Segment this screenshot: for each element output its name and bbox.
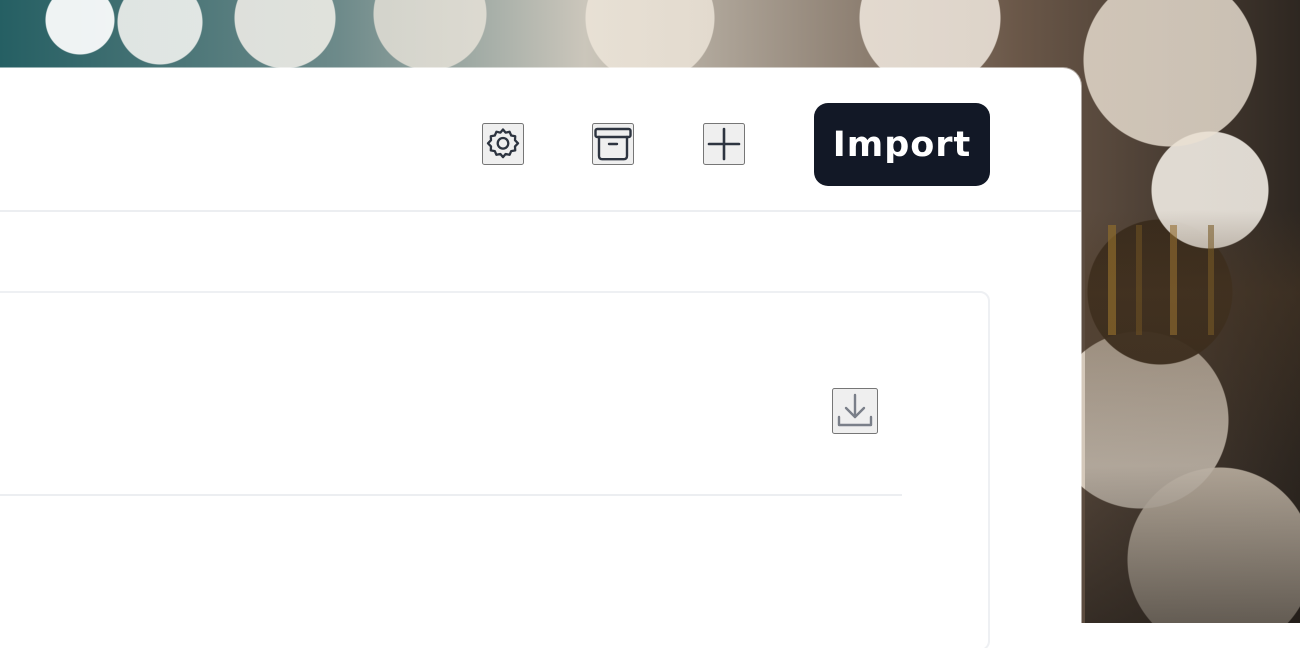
- add-button[interactable]: [703, 123, 745, 165]
- content-card: [0, 291, 990, 648]
- main-window-panel: Import: [0, 68, 1081, 648]
- gear-icon: [484, 125, 522, 163]
- toolbar-header: Import: [0, 68, 1081, 212]
- settings-button[interactable]: [482, 123, 524, 165]
- archive-button[interactable]: [592, 123, 634, 165]
- plus-icon: [705, 125, 743, 163]
- content-divider: [0, 494, 902, 496]
- download-button[interactable]: [832, 388, 878, 434]
- import-button[interactable]: Import: [814, 103, 990, 186]
- download-icon: [834, 390, 876, 432]
- archive-icon: [593, 125, 633, 163]
